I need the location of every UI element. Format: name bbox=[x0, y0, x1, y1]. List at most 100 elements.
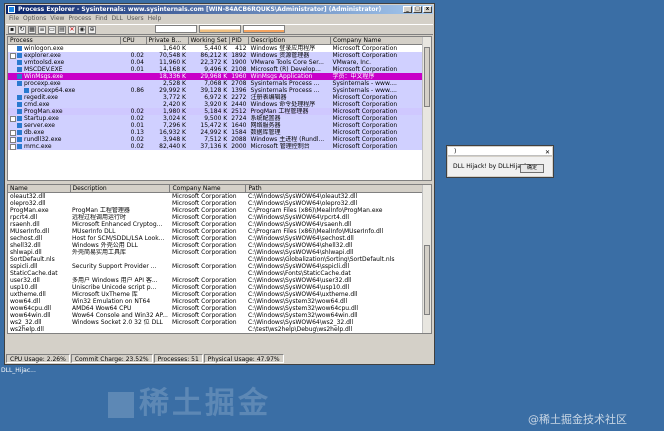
commit-graph[interactable] bbox=[199, 25, 241, 33]
column-header[interactable]: Company Name bbox=[330, 37, 424, 45]
maximize-button[interactable]: □ bbox=[413, 6, 422, 13]
process-cpu-cell: 0.01 bbox=[120, 66, 146, 73]
dll-desc-cell: 远程过程调用运行时 bbox=[70, 214, 170, 221]
dll-row[interactable]: ws2_32.dll Windows Socket 2.0 32 位 DLL Mic… bbox=[8, 319, 426, 326]
dll-row[interactable]: wow64win.dll Wow64 Console and Win32 AP..… bbox=[8, 312, 426, 319]
column-header[interactable]: Process bbox=[8, 37, 121, 45]
menu-users[interactable]: Users bbox=[127, 15, 144, 23]
dll-row[interactable]: ProgMan.exe ProgMan 工程管理器 Microsoft Corpor… bbox=[8, 207, 426, 214]
menu-help[interactable]: Help bbox=[148, 15, 162, 23]
column-header[interactable]: Company Name bbox=[169, 185, 247, 193]
column-header[interactable]: Private B... bbox=[146, 37, 189, 45]
dll-row[interactable]: rpcrt4.dll 远程过程调用运行时 Microsoft Corporation… bbox=[8, 214, 426, 221]
process-row[interactable]: explorer.exe 0.02 70,548 K 86,212 K 1892 Wind… bbox=[8, 52, 423, 59]
dialog-close-icon[interactable]: ✕ bbox=[545, 148, 550, 155]
dll-name-cell: rsaenh.dll bbox=[8, 221, 70, 228]
dll-row[interactable]: SortDefault.nls C:\Windows\Globalization\… bbox=[8, 256, 426, 263]
process-name-cell: regedit.exe bbox=[8, 94, 120, 101]
dll-row[interactable]: usp10.dll Uniscribe Unicode script p... Mi… bbox=[8, 284, 426, 291]
process-list[interactable]: Process CPU Private B... Working Set PID… bbox=[7, 36, 432, 181]
dll-row[interactable]: olepro32.dll Microsoft Corporation C:\Wind… bbox=[8, 200, 426, 207]
process-row[interactable]: MSCDEV.EXE 0.01 14,168 K 9,496 K 2108 Microso… bbox=[8, 66, 423, 73]
column-header[interactable]: CPU bbox=[120, 37, 147, 45]
target-icon[interactable]: ⊕ bbox=[88, 25, 96, 34]
dll-row[interactable]: oleaut32.dll Microsoft Corporation C:\Wind… bbox=[8, 192, 426, 200]
dll-company-cell: Microsoft Corporation bbox=[169, 298, 246, 305]
process-row[interactable]: cmd.exe 2,420 K 3,920 K 2440 Windows 命令处理程序 M… bbox=[8, 101, 423, 108]
kill-process-icon[interactable]: ✕ bbox=[68, 25, 76, 34]
window-icon[interactable]: ▭ bbox=[48, 25, 56, 34]
process-row[interactable]: Startup.exe 0.02 3,024 K 9,500 K 2724 系统配置器 Mi… bbox=[8, 115, 423, 122]
menu-view[interactable]: View bbox=[50, 15, 64, 23]
ok-button[interactable]: 确定 bbox=[520, 164, 544, 173]
process-row[interactable]: regedit.exe 3,772 K 6,972 K 2272 注册表编辑器 Micro… bbox=[8, 94, 423, 101]
process-row[interactable]: rundll32.exe 0.02 3,948 K 7,512 K 2088 Window… bbox=[8, 136, 423, 143]
taskbar-label[interactable]: DLL_Hijac... bbox=[1, 367, 36, 374]
column-header[interactable]: Path bbox=[245, 185, 427, 193]
process-name: winlogon.exe bbox=[24, 45, 64, 52]
process-name: procexp64.exe bbox=[31, 87, 76, 94]
cpu-graph[interactable] bbox=[155, 25, 197, 33]
tree-expander-icon[interactable] bbox=[10, 52, 16, 59]
dll-company-cell: Microsoft Corporation bbox=[169, 277, 246, 284]
dll-row[interactable]: MUserInfo.dll MUserInfo DLL Microsoft Corp… bbox=[8, 228, 426, 235]
tree-expander-icon[interactable] bbox=[10, 143, 16, 150]
dll-row[interactable]: uxtheme.dll Microsoft UxTheme 库 Microsoft … bbox=[8, 291, 426, 298]
dll-scrollbar[interactable] bbox=[422, 185, 431, 333]
process-desc-cell: Sysinternals Process ... bbox=[248, 80, 331, 87]
process-icon bbox=[17, 67, 22, 72]
tree-expander-icon[interactable] bbox=[10, 115, 16, 122]
window-titlebar[interactable]: Process Explorer - Sysinternals: www.sys… bbox=[6, 5, 433, 14]
process-row[interactable]: procexp.exe 2,528 K 7,068 K 2708 Sysinternal… bbox=[8, 80, 423, 87]
process-row[interactable]: server.exe 0.01 7,296 K 15,472 K 1640 网络服务器 Mi… bbox=[8, 122, 423, 129]
column-header[interactable]: Name bbox=[8, 185, 71, 193]
process-row[interactable]: ProgMan.exe 0.02 1,980 K 5,184 K 2512 ProgMan… bbox=[8, 108, 423, 115]
dll-row[interactable]: wow64cpu.dll AMD64 Wow64 CPU Microsoft Cor… bbox=[8, 305, 426, 312]
properties-icon[interactable]: ▤ bbox=[58, 25, 66, 34]
refresh-icon[interactable]: ↻ bbox=[18, 25, 26, 34]
dll-company-cell: Microsoft Corporation bbox=[169, 249, 246, 256]
process-row[interactable]: mmc.exe 0.02 82,440 K 37,136 K 2000 Microsoft… bbox=[8, 143, 423, 150]
dll-row[interactable]: sspicli.dll Security Support Provider ...… bbox=[8, 263, 426, 270]
dll-list[interactable]: Name Description Company Name Path oleau… bbox=[7, 184, 432, 334]
io-graph[interactable] bbox=[243, 25, 285, 33]
minimize-button[interactable]: _ bbox=[403, 6, 412, 13]
dll-row[interactable]: StaticCache.dat C:\Windows\Fonts\StaticCa… bbox=[8, 270, 426, 277]
process-icon bbox=[17, 137, 22, 142]
process-name-cell: procexp.exe bbox=[8, 80, 120, 87]
menu-find[interactable]: Find bbox=[95, 15, 107, 23]
menu-file[interactable]: File bbox=[9, 15, 19, 23]
process-desc-cell: Microsoft 管理控制台 bbox=[248, 143, 331, 150]
column-header[interactable]: PID bbox=[229, 37, 250, 45]
dll-row[interactable]: rsaenh.dll Microsoft Enhanced Cryptog... M… bbox=[8, 221, 426, 228]
tree-icon[interactable]: ≡ bbox=[38, 25, 46, 34]
dll-row[interactable]: wow64.dll Win32 Emulation on NT64 Microsof… bbox=[8, 298, 426, 305]
tree-expander-icon[interactable] bbox=[10, 136, 16, 143]
dll-row[interactable]: shell32.dll Windows 外壳公用 DLL Microsoft Cor… bbox=[8, 242, 426, 249]
process-scrollbar[interactable] bbox=[422, 37, 431, 180]
dll-row[interactable]: sechost.dll Host for SCM/SDDL/LSA Look...… bbox=[8, 235, 426, 242]
save-icon[interactable]: ▪ bbox=[8, 25, 16, 34]
system-info-icon[interactable]: ▦ bbox=[28, 25, 36, 34]
column-header[interactable]: Working Set bbox=[188, 37, 230, 45]
menu-dll[interactable]: DLL bbox=[112, 15, 123, 23]
scrollbar-thumb[interactable] bbox=[424, 245, 430, 315]
find-icon[interactable]: ◉ bbox=[78, 25, 86, 34]
close-button[interactable]: x bbox=[423, 6, 432, 13]
process-row[interactable]: db.exe 0.13 16,932 K 24,992 K 1584 数据库管理 Micro… bbox=[8, 129, 423, 136]
process-row[interactable]: vmtoolsd.exe 0.04 11,960 K 22,372 K 1900 VMwa… bbox=[8, 59, 423, 66]
process-row[interactable]: winlogon.exe 1,640 K 5,440 K 412 Windows 登录应… bbox=[8, 44, 423, 52]
tree-expander-icon[interactable] bbox=[10, 129, 16, 136]
column-header[interactable]: Description bbox=[70, 185, 171, 193]
scrollbar-thumb[interactable] bbox=[424, 47, 430, 107]
menu-options[interactable]: Options bbox=[23, 15, 46, 23]
menu-process[interactable]: Process bbox=[68, 15, 91, 23]
column-header[interactable]: Description bbox=[248, 37, 332, 45]
process-row[interactable]: procexp64.exe 0.86 29,992 K 39,128 K 1396 Sys… bbox=[8, 87, 423, 94]
dll-desc-cell: ProgMan 工程管理器 bbox=[70, 207, 170, 214]
dll-row[interactable]: user32.dll 多用户 Windows 用户 API 客... Microso… bbox=[8, 277, 426, 284]
dialog-titlebar[interactable]: ) ✕ bbox=[448, 147, 552, 156]
process-row[interactable]: WinMsgs.exe 18,336 K 29,968 K 1960 WinMsgs A… bbox=[8, 73, 423, 80]
dll-row[interactable]: shlwapi.dll 外壳简易实用工具库 Microsoft Corporatio… bbox=[8, 249, 426, 256]
dll-row[interactable]: ws2help.dll C:\test\ws2help\Debug\ws2help… bbox=[8, 326, 426, 333]
